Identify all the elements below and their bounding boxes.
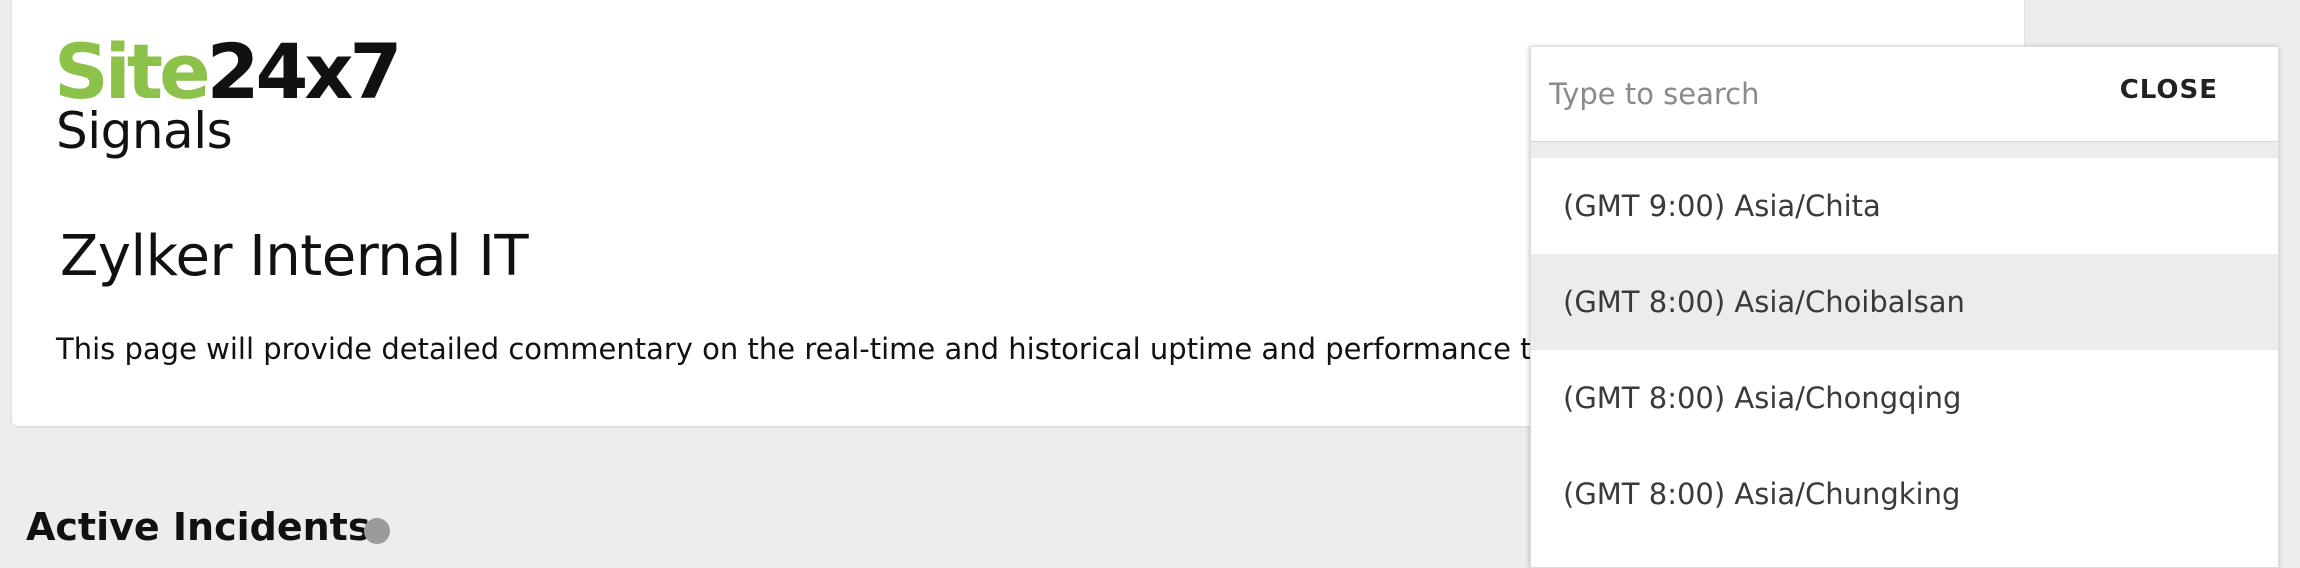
timezone-dropdown: CLOSE (GMT 9:00) Asia/Chita(GMT 8:00) As…	[1530, 46, 2279, 568]
timezone-option[interactable]: (GMT 8:00) Asia/Chungking	[1531, 446, 2278, 542]
timezone-option[interactable]: (GMT 8:00) Asia/Choibalsan	[1531, 254, 2278, 350]
timezone-search-input[interactable]	[1549, 69, 2069, 119]
timezone-option[interactable]: (GMT 9:00) Asia/Chita	[1531, 158, 2278, 254]
info-icon[interactable]	[364, 518, 390, 544]
close-button[interactable]: CLOSE	[2120, 75, 2218, 105]
timezone-option[interactable]: (GMT 8:00) Asia/Chongqing	[1531, 350, 2278, 446]
list-scroll-spacer	[1531, 142, 2278, 158]
page-title: Zylker Internal IT	[60, 224, 529, 289]
site24x7-signals-logo: Site24x7 Signals	[54, 34, 402, 157]
timezone-list: (GMT 9:00) Asia/Chita (GMT 8:00) Asia/Cho…	[1531, 158, 2278, 542]
page-description: This page will provide detailed commenta…	[56, 332, 1613, 366]
logo-wordmark: Site24x7	[54, 34, 402, 110]
logo-247-text: 24x7	[206, 27, 403, 116]
active-incidents-heading: Active Incidents	[26, 505, 371, 549]
timezone-search-bar: CLOSE	[1531, 47, 2278, 142]
